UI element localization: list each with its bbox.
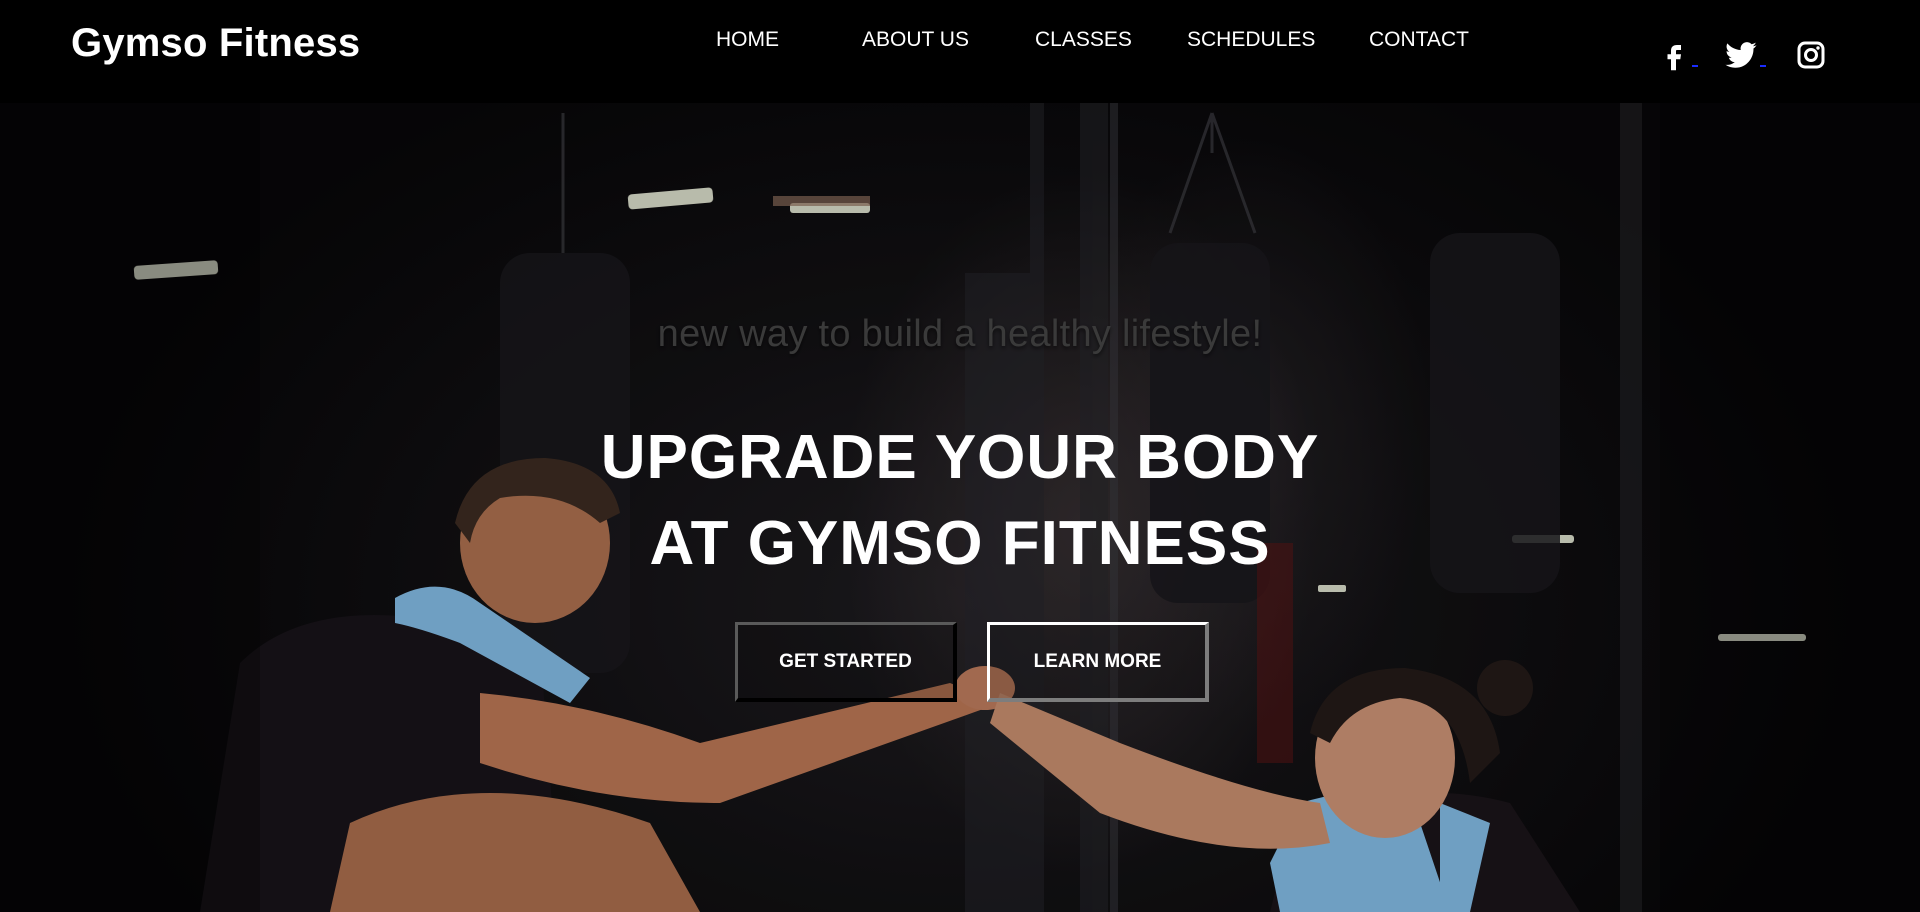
twitter-icon[interactable]	[1724, 38, 1766, 72]
hero-section: new way to build a healthy lifestyle! UP…	[0, 103, 1920, 912]
learn-more-button[interactable]: LEARN MORE	[987, 622, 1209, 702]
link-underline	[1692, 65, 1698, 67]
facebook-icon[interactable]	[1658, 38, 1698, 72]
headline-line-2: AT GYMSO FITNESS	[649, 509, 1271, 578]
brand-logo[interactable]: Gymso Fitness	[71, 21, 360, 66]
nav-link-contact[interactable]: CONTACT	[1369, 28, 1469, 52]
hero-headline: UPGRADE YOUR BODY AT GYMSO FITNESS	[0, 415, 1920, 587]
nav-link-home[interactable]: HOME	[716, 28, 779, 52]
instagram-icon[interactable]	[1794, 38, 1828, 72]
site-header: Gymso Fitness HOME ABOUT US CLASSES SCHE…	[0, 0, 1920, 103]
nav-link-about[interactable]: ABOUT US	[862, 28, 969, 52]
get-started-button[interactable]: GET STARTED	[735, 622, 957, 702]
link-underline	[1760, 65, 1766, 67]
nav-link-schedules[interactable]: SCHEDULES	[1187, 28, 1315, 52]
headline-line-1: UPGRADE YOUR BODY	[600, 423, 1320, 492]
hero-tagline: new way to build a healthy lifestyle!	[657, 313, 1263, 355]
nav-link-classes[interactable]: CLASSES	[1035, 28, 1132, 52]
